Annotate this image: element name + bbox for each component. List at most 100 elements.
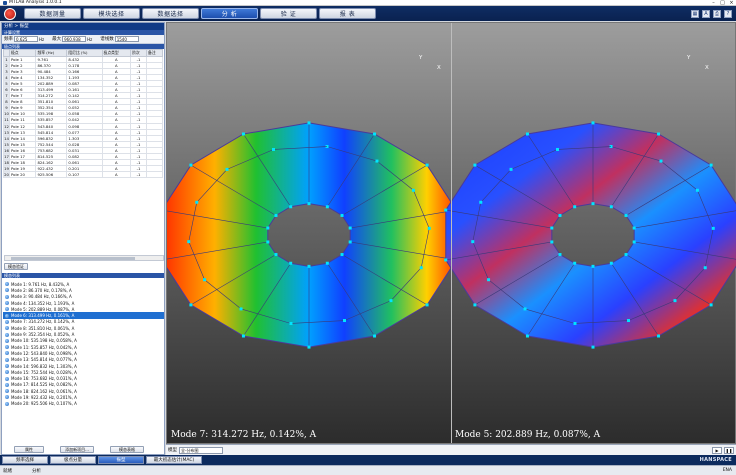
- mesh-node: [340, 253, 344, 257]
- col-pole[interactable]: 极点: [8, 49, 37, 57]
- right-mode-caption: Mode 5: 202.889 Hz, 0.087%, A: [455, 430, 601, 440]
- mesh-node: [241, 334, 245, 338]
- mesh-node: [487, 278, 491, 282]
- status-bar: 就绪 分析 ENA: [0, 465, 736, 475]
- mesh-node: [266, 226, 270, 230]
- add-item-button[interactable]: 添加新项目...: [60, 446, 94, 453]
- lines-input[interactable]: 1540: [114, 36, 139, 42]
- mode-label: Mode 19: 922.432 Hz, 0.201%, A: [11, 394, 77, 400]
- grid-icon[interactable]: ▦: [691, 9, 699, 18]
- mesh-node: [558, 253, 562, 257]
- tab-mac[interactable]: 最大初态估计(MAC): [146, 456, 202, 464]
- mesh-node: [591, 121, 595, 125]
- mesh-node: [444, 208, 448, 212]
- col-note[interactable]: 备注: [146, 49, 163, 57]
- tab-measure[interactable]: 数据测量: [24, 8, 81, 19]
- mesh-node: [709, 163, 713, 167]
- col-freq[interactable]: 频率 (Hz): [35, 49, 68, 57]
- mode-icon: [5, 357, 9, 362]
- mode-icon: [5, 313, 9, 318]
- mesh-node: [241, 132, 245, 136]
- mesh-node: [673, 299, 677, 303]
- row-index: 14: [3, 134, 10, 142]
- tab-report[interactable]: 报 表: [319, 8, 376, 19]
- pole-table: 极点 频率 (Hz) 阻尼比 (%) 极点类型 阶次 备注 1 Pole 1 9.7…: [3, 49, 163, 178]
- status-mode: 分析: [32, 468, 41, 474]
- tab-freq-select[interactable]: 频率选择: [2, 456, 48, 464]
- minimize-icon[interactable]: –: [709, 0, 718, 6]
- properties-button[interactable]: 属性: [14, 446, 44, 453]
- mode-shape-viewport[interactable]: Y X Y X Mode 7: 314.272 Hz, 0.142%, A Mo…: [166, 22, 736, 444]
- mesh-node: [373, 334, 377, 338]
- breadcrumb: 分析 > 振型: [2, 23, 164, 30]
- mesh-node: [289, 205, 293, 209]
- axis-y-label: Y: [419, 55, 423, 61]
- mesh-node: [274, 213, 278, 217]
- row-index: 10: [3, 110, 10, 118]
- mesh-node: [411, 188, 415, 192]
- tab-analysis[interactable]: 分 析: [201, 8, 258, 19]
- viewport-divider[interactable]: [451, 23, 452, 443]
- mesh-node: [632, 240, 636, 244]
- close-icon[interactable]: ×: [727, 0, 736, 6]
- mode-icon: [5, 395, 9, 400]
- mesh-node: [389, 299, 393, 303]
- max-input[interactable]: 960.938: [62, 36, 87, 42]
- mode-icon: [5, 282, 9, 287]
- tab-data[interactable]: 数据选择: [142, 8, 199, 19]
- play-icon[interactable]: ▶: [712, 446, 722, 454]
- mode-icon: [5, 294, 9, 299]
- mesh-node: [266, 240, 270, 244]
- mesh-node: [556, 147, 560, 151]
- tab-pole-component[interactable]: 极点分量: [50, 456, 96, 464]
- pause-icon[interactable]: ❚❚: [724, 446, 734, 454]
- font-icon[interactable]: A: [702, 9, 710, 18]
- mode-label: Mode 7: 314.272 Hz, 0.142%, A: [11, 319, 75, 325]
- display-select[interactable]: 全-分布图: [179, 446, 223, 454]
- mode-table-button[interactable]: 模态表格: [110, 446, 144, 453]
- pole-type: A: [101, 170, 132, 178]
- mode-icon: [5, 370, 9, 375]
- tab-module[interactable]: 模块选择: [83, 8, 140, 19]
- mode-icon: [5, 332, 9, 337]
- tab-mode-shape[interactable]: 振型: [98, 456, 144, 464]
- tab-verify[interactable]: 验 证: [260, 8, 317, 19]
- col-order[interactable]: 阶次: [130, 49, 148, 57]
- mesh-node: [348, 240, 352, 244]
- mode-label: Mode 15: 752.544 Hz, 0.028%, A: [11, 369, 77, 375]
- mode-label: Mode 11: 535.857 Hz, 0.042%, A: [11, 344, 77, 350]
- print-icon[interactable]: ⎙: [713, 9, 721, 18]
- col-damp[interactable]: 阻尼比 (%): [66, 49, 103, 57]
- table-row[interactable]: 20 Pole 20 925.506 0.107 A -1: [3, 170, 163, 178]
- pole-name: Pole 20: [8, 170, 37, 178]
- mode-label: Mode 17: 814.525 Hz, 0.082%, A: [11, 382, 77, 388]
- toolbar-right: ▦ A ⎙ ?: [688, 9, 732, 18]
- main-ribbon: 数据测量 模块选择 数据选择 分 析 验 证 报 表 ▦ A ⎙ ?: [0, 6, 736, 21]
- mesh-node: [342, 319, 346, 323]
- mesh-node: [659, 159, 663, 163]
- mode-label: Mode 6: 313.499 Hz, 0.161%, A: [11, 313, 75, 319]
- mode-icon: [5, 288, 9, 293]
- mode-label: Mode 14: 596.832 Hz, 1.303%, A: [11, 363, 77, 369]
- mesh-node: [187, 240, 191, 244]
- mesh-node: [479, 200, 483, 204]
- mode-icon: [5, 338, 9, 343]
- col-type[interactable]: 极点类型: [101, 49, 132, 57]
- mesh-node: [348, 226, 352, 230]
- right-mode-shape: [444, 121, 736, 349]
- mode-icon: [5, 319, 9, 324]
- mesh-node: [624, 253, 628, 257]
- viewport-toolbar: 模型 全-分布图 ▶ ❚❚: [166, 444, 736, 455]
- mesh-node: [609, 205, 613, 209]
- maximize-icon[interactable]: □: [718, 0, 727, 6]
- scroll-thumb[interactable]: [11, 257, 135, 260]
- mesh-node: [203, 278, 207, 282]
- table-scrollbar[interactable]: [4, 255, 164, 261]
- mesh-node: [657, 132, 661, 136]
- verify-button[interactable]: 模态验证: [4, 263, 28, 270]
- help-icon[interactable]: ?: [724, 9, 732, 18]
- mode-label: Mode 8: 351.810 Hz, 0.061%, A: [11, 325, 75, 331]
- mesh-node: [591, 202, 595, 206]
- freq-input[interactable]: 0.625: [14, 36, 38, 42]
- mode-list-item[interactable]: Mode 20: 925.506 Hz, 0.107%, A: [3, 401, 164, 407]
